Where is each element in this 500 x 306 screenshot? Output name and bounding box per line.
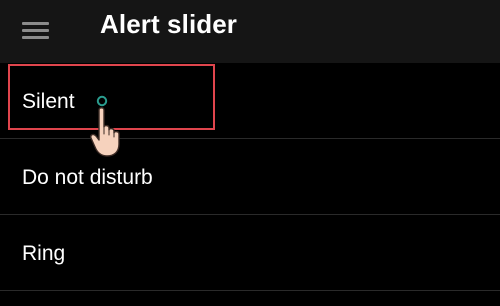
option-label: Do not disturb [22,166,153,189]
alert-slider-screen: Alert slider Silent Do not disturb Ring [0,0,500,306]
option-do-not-disturb[interactable]: Do not disturb [0,139,500,215]
top-toolbar: Alert slider [0,0,500,63]
page-title: Alert slider [100,9,238,39]
option-label: Ring [22,242,66,265]
option-ring[interactable]: Ring [0,215,500,291]
option-silent[interactable]: Silent [0,63,500,139]
alert-mode-list: Silent Do not disturb Ring [0,63,500,291]
option-label: Silent [22,90,75,113]
hamburger-menu-icon[interactable] [22,12,58,48]
